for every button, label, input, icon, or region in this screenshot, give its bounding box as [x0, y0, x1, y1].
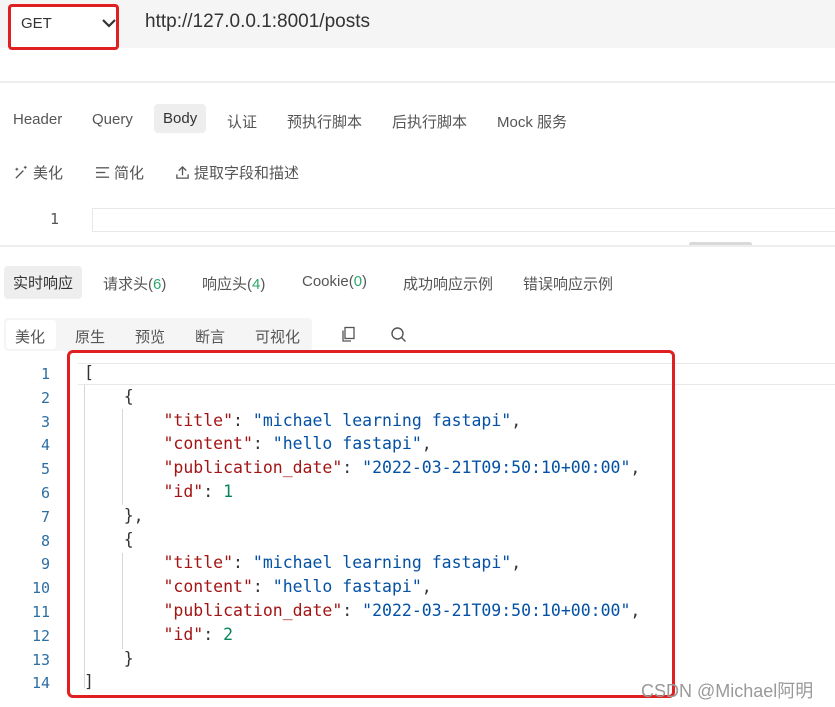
beautify-label: 美化 [33, 165, 64, 182]
tab-success-example[interactable]: 成功响应示例 [403, 273, 493, 294]
line-number: 9 [40, 555, 50, 574]
tab-header[interactable]: Header [13, 111, 62, 128]
tab-pre-script[interactable]: 预执行脚本 [287, 111, 362, 132]
extract-label: 提取字段和描述 [194, 165, 300, 182]
view-tab-assert[interactable]: 断言 [195, 326, 225, 347]
view-tab-raw[interactable]: 原生 [75, 326, 105, 347]
url-bar [0, 0, 835, 48]
line-number: 3 [40, 412, 50, 431]
simplify-label: 简化 [114, 165, 145, 182]
watermark: CSDN @Michael阿明 [641, 681, 814, 701]
upload-icon [176, 165, 189, 179]
url-input[interactable]: http://127.0.0.1:8001/posts [145, 11, 370, 33]
tab-body[interactable]: Body [154, 104, 207, 133]
search-icon[interactable] [390, 326, 407, 343]
tab-response-headers[interactable]: 响应头(4) [202, 273, 265, 294]
line-number: 14 [31, 674, 50, 693]
tab-error-example[interactable]: 错误响应示例 [523, 273, 613, 294]
beautify-button[interactable]: 美化 [14, 162, 63, 183]
magic-wand-icon [15, 165, 27, 179]
tab-mock[interactable]: Mock 服务 [497, 111, 567, 132]
tab-query[interactable]: Query [92, 111, 133, 128]
line-number: 11 [31, 603, 50, 621]
chevron-down-icon[interactable] [100, 14, 118, 32]
tab-request-headers[interactable]: 请求头(6) [103, 273, 166, 294]
view-tab-visualize[interactable]: 可视化 [255, 326, 300, 347]
tab-auth[interactable]: 认证 [227, 111, 257, 132]
view-tab-preview[interactable]: 预览 [135, 326, 165, 347]
line-number: 13 [31, 650, 50, 669]
request-line-number: 1 [50, 210, 60, 228]
tab-post-script[interactable]: 后执行脚本 [392, 111, 467, 132]
divider [0, 245, 835, 247]
tab-cookie[interactable]: Cookie(0) [302, 273, 367, 290]
tab-realtime-response[interactable]: 实时响应 [4, 266, 83, 299]
line-number: 7 [40, 507, 50, 526]
view-tab-beautify[interactable]: 美化 [15, 326, 45, 347]
line-number: 4 [40, 436, 50, 455]
method-label[interactable]: GET [21, 15, 52, 32]
line-number: 6 [40, 484, 50, 502]
line-number: 8 [40, 531, 50, 550]
line-number: 1 [40, 365, 50, 383]
line-number: 12 [31, 626, 50, 645]
line-number: 2 [40, 388, 50, 407]
copy-icon[interactable] [340, 326, 357, 343]
list-icon [95, 167, 110, 178]
line-number: 5 [40, 460, 50, 479]
annotation-box [67, 350, 675, 698]
request-body-editor[interactable] [92, 208, 835, 232]
divider [0, 81, 835, 83]
extract-fields-button[interactable]: 提取字段和描述 [175, 162, 299, 183]
line-number: 10 [31, 579, 50, 598]
simplify-button[interactable]: 简化 [95, 162, 144, 183]
